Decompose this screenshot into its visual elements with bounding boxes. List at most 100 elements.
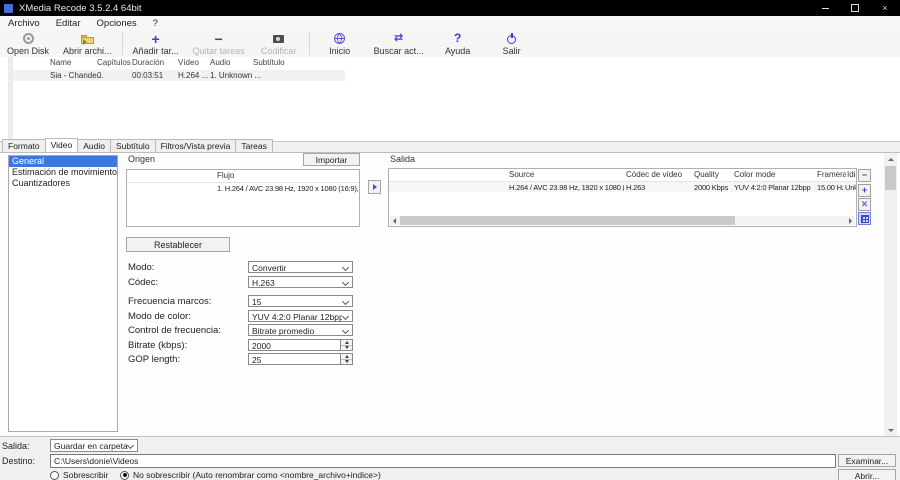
modo-de-color-label: Modo de color: (128, 311, 191, 322)
sobrescribir-radio[interactable]: Sobrescribir (50, 470, 108, 480)
salida-framerate: 15.00 Hz (817, 183, 843, 192)
abrir-button[interactable]: Abrir... (838, 469, 896, 480)
window-title: XMedia Recode 3.5.2.4 64bit (19, 2, 142, 14)
sidebar-item-estimacion[interactable]: Estimación de movimiento (9, 167, 117, 178)
add-stream-button[interactable]: + (858, 184, 871, 197)
destino-input[interactable] (50, 454, 836, 468)
scroll-up-icon[interactable] (884, 153, 897, 165)
salida-codec: H.263 (626, 183, 646, 192)
importar-button[interactable]: Importar (303, 153, 360, 166)
output-mode-select[interactable]: Guardar en carpeta (50, 439, 138, 452)
control-frecuencia-label: Control de frecuencia: (128, 325, 221, 336)
salida-table: Source Códec de vídeo Quality Color mode… (388, 168, 857, 227)
modo-select[interactable]: Convertir (248, 261, 353, 273)
file-row[interactable]: Sia - Chande... 0 00:03:51 H.264 ... 1. … (13, 70, 345, 81)
file-queue-list: Name Capítulos Duración Vídeo Audio Subt… (0, 57, 900, 142)
stream-properties-button[interactable] (858, 212, 871, 225)
app-icon (4, 3, 13, 13)
origen-table: Flujo Sia - Chandelier [Music Vid... 1. … (126, 169, 360, 227)
menu-help[interactable]: ? (145, 16, 166, 30)
destino-label: Destino: (2, 456, 36, 466)
salida-col-framerate[interactable]: Framerate (817, 170, 846, 179)
panel-vertical-scrollbar[interactable] (884, 153, 897, 436)
scrollbar-thumb[interactable] (400, 216, 735, 225)
salida-col-color-mode[interactable]: Color mode (734, 170, 775, 179)
move-to-output-button[interactable] (368, 180, 381, 194)
salida-quality: 2000 Kbps (694, 183, 729, 192)
salida-source: H.264 / AVC 23.98 Hz, 1920 x 1080 (1... (509, 183, 624, 192)
menu-editar[interactable]: Editar (48, 16, 89, 30)
open-file-folder-icon (80, 34, 94, 45)
gop-length-input[interactable]: 25 (248, 353, 353, 365)
add-job-button[interactable]: + Añadir tar... (126, 30, 186, 57)
spin-down-icon[interactable] (341, 345, 352, 350)
origen-col-flujo[interactable]: Flujo (217, 171, 234, 180)
scroll-right-icon[interactable] (846, 216, 855, 225)
file-name: Sia - Chande... (50, 71, 104, 80)
spin-down-icon[interactable] (341, 359, 352, 364)
control-frecuencia-select[interactable]: Bitrate promedio (248, 324, 353, 336)
codec-label: Códec: (128, 277, 159, 288)
check-updates-button[interactable]: ⇄ Buscar act... (367, 30, 431, 57)
tab-subtitulo[interactable]: Subtítulo (110, 139, 156, 152)
salida-idioma: Unknown (845, 183, 856, 192)
maximize-button[interactable] (840, 0, 870, 16)
toolbar-separator (308, 32, 310, 55)
modo-de-color-select[interactable]: YUV 4:2:0 Planar 12bpp (248, 310, 353, 322)
tab-formato[interactable]: Formato (2, 139, 46, 152)
col-capitulos[interactable]: Capítulos (97, 58, 131, 67)
disc-icon (22, 33, 34, 44)
remove-stream-button[interactable]: − (858, 169, 871, 182)
menubar: Archivo Editar Opciones ? (0, 16, 900, 30)
help-button[interactable]: ? Ayuda (431, 30, 485, 57)
menu-opciones[interactable]: Opciones (89, 16, 145, 30)
col-audio[interactable]: Audio (210, 58, 230, 67)
no-sobrescribir-radio[interactable]: No sobrescribir (Auto renombrar como <no… (120, 470, 381, 480)
col-video[interactable]: Vídeo (178, 58, 199, 67)
close-button[interactable]: × (870, 0, 900, 16)
bitrate-input[interactable]: 2000 (248, 339, 353, 351)
salida-col-idioma[interactable]: Idioma (847, 170, 856, 179)
scrollbar-thumb[interactable] (885, 166, 896, 190)
open-disk-button[interactable]: Open Disk (0, 30, 56, 57)
bitrate-label: Bitrate (kbps): (128, 340, 188, 351)
open-file-button[interactable]: Abrir archi... (56, 30, 119, 57)
output-bar: Salida: Guardar en carpeta Destino: Exam… (0, 436, 900, 480)
salida-horizontal-scrollbar[interactable] (390, 216, 855, 225)
exit-button[interactable]: Salir (485, 30, 539, 57)
menu-archivo[interactable]: Archivo (0, 16, 48, 30)
toolbar-separator (121, 32, 123, 55)
tab-filtros-vista-previa[interactable]: Filtros/Vista previa (154, 139, 237, 152)
origen-row[interactable]: Sia - Chandelier [Music Vid... 1. H.264 … (127, 183, 358, 193)
settings-tabs: Formato Video Audio Subtítulo Filtros/Vi… (0, 138, 900, 153)
salida-col-quality[interactable]: Quality (694, 170, 719, 179)
restablecer-button[interactable]: Restablecer (126, 237, 230, 252)
sidebar-item-cuantizadores[interactable]: Cuantizadores (9, 178, 117, 189)
frecuencia-marcos-label: Frecuencia marcos: (128, 296, 212, 307)
scroll-left-icon[interactable] (390, 216, 399, 225)
frecuencia-marcos-select[interactable]: 15 (248, 295, 353, 307)
origen-stream-info: 1. H.264 / AVC 23.98 Hz, 1920 x 1080 (16… (217, 184, 358, 193)
tab-video[interactable]: Video (44, 138, 79, 152)
salida-row[interactable]: Sia - Chandelier [Music Video] 1080p [S.… (389, 182, 856, 192)
encode-button: Codificar (252, 30, 306, 57)
sidebar-item-general[interactable]: General (9, 156, 117, 167)
col-duracion[interactable]: Duración (132, 58, 164, 67)
examinar-button[interactable]: Examinar... (838, 454, 896, 467)
minimize-button[interactable] (810, 0, 840, 16)
file-audio: 1. Unknown ... (210, 71, 262, 80)
col-subtitulo[interactable]: Subtítulo (253, 58, 285, 67)
col-name[interactable]: Name (50, 58, 71, 67)
gop-length-label: GOP length: (128, 354, 181, 365)
home-button[interactable]: Inicio (313, 30, 367, 57)
salida-col-codec[interactable]: Códec de vídeo (626, 170, 682, 179)
salida-color-mode: YUV 4:2:0 Planar 12bpp (734, 183, 811, 192)
codec-select[interactable]: H.263 (248, 276, 353, 288)
check-updates-refresh-icon: ⇄ (394, 32, 404, 44)
scroll-down-icon[interactable] (884, 424, 897, 436)
tab-audio[interactable]: Audio (77, 139, 111, 152)
tab-tareas[interactable]: Tareas (235, 139, 273, 152)
file-list-header: Name Capítulos Duración Vídeo Audio Subt… (0, 58, 900, 70)
clear-stream-button[interactable]: ✕ (858, 198, 871, 211)
salida-col-source[interactable]: Source (509, 170, 534, 179)
